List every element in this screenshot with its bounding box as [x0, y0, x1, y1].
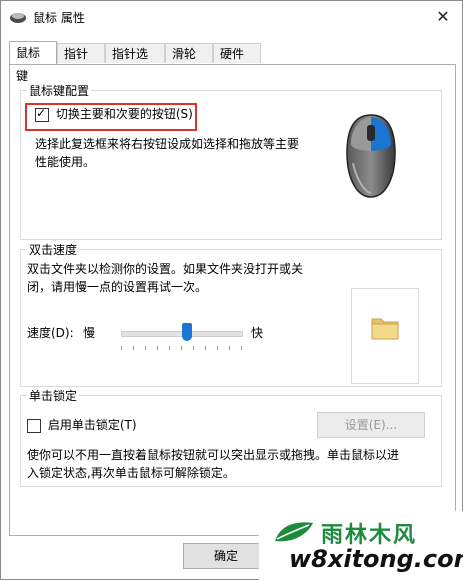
- click-lock-checkbox[interactable]: 启用单击锁定(T): [27, 416, 137, 434]
- ok-button[interactable]: 确定: [183, 543, 269, 569]
- mouse-illustration-icon: [346, 114, 396, 198]
- slider-tick: [241, 346, 242, 350]
- fast-label: 快: [251, 326, 264, 340]
- double-click-description-2: 闭，请用慢一点的设置再试一次。: [27, 280, 208, 294]
- double-click-title: 双击速度: [27, 241, 80, 258]
- watermark: 雨林木风 w8xitong.com: [259, 511, 463, 581]
- slider-tick: [193, 346, 194, 350]
- slider-tick: [181, 346, 182, 350]
- watermark-en: w8xitong.com: [289, 545, 463, 573]
- title-bar[interactable]: 鼠标 属性 ✕: [1, 1, 462, 33]
- click-lock-description-2: 入锁定状态,再次单击鼠标可解除锁定。: [27, 466, 235, 480]
- click-lock-description-1: 使你可以不用一直按着鼠标按钮就可以突出显示或拖拽。单击鼠标以进: [27, 448, 400, 462]
- button-config-title: 鼠标键配置: [27, 82, 92, 99]
- slider-tick: [121, 346, 122, 350]
- double-click-group: 双击速度 双击文件夹以检测你的设置。如果文件夹没打开或关 闭，请用慢一点的设置再…: [20, 241, 442, 387]
- slider-tick: [133, 346, 134, 350]
- slider-tick: [217, 346, 218, 350]
- tab-hardware[interactable]: 硬件: [213, 43, 261, 63]
- switch-buttons-label: 切换主要和次要的按钮(S): [55, 107, 193, 121]
- tab-wheel[interactable]: 滑轮: [165, 43, 213, 63]
- speed-label: 速度(D):: [27, 326, 74, 340]
- slider-tick: [169, 346, 170, 350]
- button-config-description-2: 性能使用。: [35, 155, 96, 169]
- window-title: 鼠标 属性: [33, 11, 85, 25]
- checkbox-icon[interactable]: [27, 418, 41, 433]
- folder-icon[interactable]: [370, 313, 400, 341]
- test-area: [351, 288, 419, 384]
- switch-buttons-checkbox[interactable]: ✓ 切换主要和次要的按钮(S): [35, 105, 193, 123]
- double-click-description-1: 双击文件夹以检测你的设置。如果文件夹没打开或关: [27, 262, 304, 276]
- slider-tick: [157, 346, 158, 350]
- click-lock-group: 单击锁定 启用单击锁定(T) 设置(E)... 使你可以不用一直按着鼠标按钮就可…: [20, 387, 442, 487]
- mouse-properties-window: 鼠标 属性 ✕ 鼠标键 指针 指针选项 滑轮 硬件 鼠标键配置 ✓ 切换主要和次…: [0, 0, 463, 581]
- checkmark-icon: ✓: [36, 105, 47, 120]
- tab-pointer-options[interactable]: 指针选项: [105, 43, 165, 81]
- click-lock-title: 单击锁定: [27, 387, 80, 404]
- slider-tick: [205, 346, 206, 350]
- speed-slider-thumb[interactable]: [182, 323, 192, 341]
- click-lock-settings-button[interactable]: 设置(E)...: [317, 412, 425, 438]
- close-icon[interactable]: ✕: [432, 7, 454, 27]
- tab-buttons[interactable]: 鼠标键: [9, 41, 57, 83]
- slow-label: 慢: [83, 326, 96, 340]
- leaf-logo-icon: [275, 522, 313, 542]
- slider-tick: [145, 346, 146, 350]
- slider-tick: [229, 346, 230, 350]
- checkbox-icon[interactable]: ✓: [35, 105, 49, 122]
- button-config-description-1: 选择此复选框来将右按钮设成如选择和拖放等主要: [35, 137, 300, 151]
- button-config-group: 鼠标键配置 ✓ 切换主要和次要的按钮(S) 选择此复选框来将右按钮设成如选择和拖…: [20, 82, 442, 240]
- tab-panel: 鼠标键配置 ✓ 切换主要和次要的按钮(S) 选择此复选框来将右按钮设成如选择和拖…: [9, 64, 456, 536]
- click-lock-label: 启用单击锁定(T): [47, 418, 137, 432]
- tab-pointers[interactable]: 指针: [57, 43, 105, 63]
- mouse-app-icon: [10, 13, 26, 23]
